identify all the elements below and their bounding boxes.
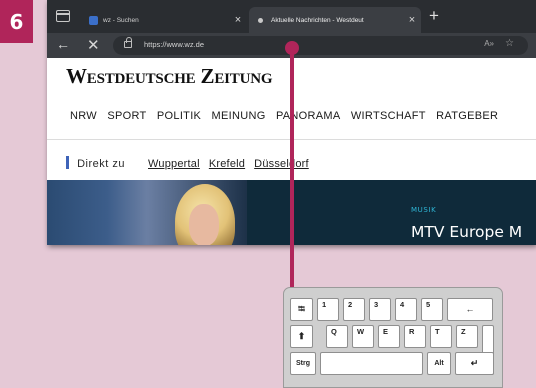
stop-loading-icon[interactable]: ✕: [87, 36, 100, 54]
quicklink-krefeld[interactable]: Krefeld: [209, 158, 245, 170]
tab-bar: wz - Suchen × Aktuelle Nachrichten - Wes…: [47, 0, 536, 33]
logo-text: Westdeutsche Zeitung: [66, 64, 273, 88]
key-4: 4: [395, 298, 417, 321]
quicklinks-label: Direkt zu: [77, 158, 125, 170]
loading-favicon-icon: [258, 17, 263, 23]
main-navigation: NRW SPORT POLITIK MEINUNG PANORAMA WIRTS…: [70, 110, 505, 122]
quicklink-wuppertal[interactable]: Wuppertal: [148, 158, 200, 170]
nav-item-meinung[interactable]: MEINUNG: [212, 110, 266, 122]
enter-key: ↵: [455, 352, 494, 375]
hero-category: MUSIK: [411, 206, 437, 214]
close-tab-icon[interactable]: ×: [229, 14, 247, 26]
quicklinks: Direkt zu Wuppertal Krefeld Düsseldorf: [66, 156, 315, 170]
lock-icon[interactable]: [124, 37, 132, 48]
nav-item-ratgeber[interactable]: RATGEBER: [436, 110, 498, 122]
tab-key: ⭾: [290, 298, 313, 321]
step-number-badge: 6: [0, 0, 33, 43]
key-t: T: [430, 325, 452, 348]
bing-favicon-icon: [89, 15, 98, 25]
backspace-key: ←: [447, 298, 493, 321]
key-e: E: [378, 325, 400, 348]
ctrl-key: Strg: [290, 352, 316, 375]
tab-actions-icon[interactable]: [56, 10, 70, 22]
back-arrow-icon[interactable]: ←: [56, 36, 70, 52]
key-z: Z: [456, 325, 478, 348]
key-r: R: [404, 325, 426, 348]
read-aloud-icon[interactable]: A»: [484, 39, 494, 48]
keyboard-illustration: ⭾ 1 2 3 4 5 ← ⬆ Q W E R T Z Strg Alt ↵: [283, 287, 503, 388]
hero-image: [47, 180, 247, 245]
nav-item-sport[interactable]: SPORT: [107, 110, 146, 122]
nav-item-panorama[interactable]: PANORAMA: [276, 110, 341, 122]
tab-title: Aktuelle Nachrichten - Westdeut: [271, 16, 364, 24]
close-tab-icon[interactable]: ×: [403, 14, 421, 26]
site-logo[interactable]: Westdeutsche Zeitung: [66, 64, 273, 89]
key-q: Q: [326, 325, 348, 348]
quicklink-duesseldorf[interactable]: Düsseldorf: [254, 158, 309, 170]
url-input[interactable]: https://www.wz.de A» ☆: [113, 36, 528, 55]
key-3: 3: [369, 298, 391, 321]
key-1: 1: [317, 298, 339, 321]
key-5: 5: [421, 298, 443, 321]
favorite-star-icon[interactable]: ☆: [505, 38, 514, 49]
tab-search[interactable]: wz - Suchen ×: [81, 7, 247, 33]
pointer-dot: [285, 41, 299, 55]
new-tab-button[interactable]: +: [429, 7, 439, 24]
key-2: 2: [343, 298, 365, 321]
tab-wz-news[interactable]: Aktuelle Nachrichten - Westdeut ×: [249, 7, 421, 33]
tab-title: wz - Suchen: [103, 16, 139, 24]
space-key: [320, 352, 423, 375]
nav-item-nrw[interactable]: NRW: [70, 110, 97, 122]
pointer-line: [290, 47, 294, 287]
shift-key: ⬆: [290, 325, 313, 348]
hero-image-person-face: [189, 204, 219, 245]
key-w: W: [352, 325, 374, 348]
alt-key: Alt: [427, 352, 451, 375]
nav-item-wirtschaft[interactable]: WIRTSCHAFT: [351, 110, 426, 122]
nav-item-politik[interactable]: POLITIK: [157, 110, 201, 122]
url-text[interactable]: https://www.wz.de: [144, 40, 204, 49]
quicklinks-marker: [66, 156, 69, 169]
hero-headline[interactable]: MTV Europe M: [411, 223, 522, 241]
